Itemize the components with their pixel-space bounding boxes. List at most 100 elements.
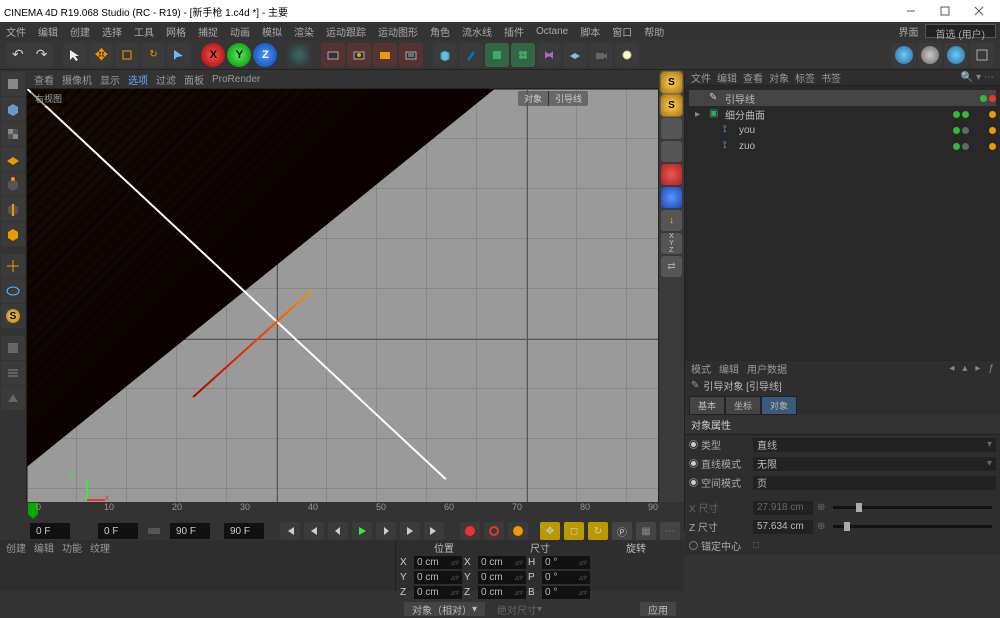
palette-pen-icon[interactable] [661,118,682,139]
tl-end-frame[interactable]: 90 F [170,523,210,539]
om-tab[interactable]: 标签 [795,70,815,85]
tree-row[interactable]: ⟟you [689,122,996,138]
coord-size-input[interactable]: 0 cm▵▿ [478,556,526,569]
workplane-button[interactable] [1,147,25,171]
normals-button[interactable] [1,386,25,410]
menu-item[interactable]: 选择 [100,24,124,39]
key-rot-button[interactable]: ↻ [588,522,608,540]
menu-item[interactable]: 动画 [228,24,252,39]
window-minimize-button[interactable] [894,0,928,22]
attr-up-icon[interactable]: ▴ [962,363,967,374]
array-button[interactable] [511,43,535,67]
view-tab[interactable]: ProRender [212,74,260,85]
render-settings-button[interactable] [399,43,423,67]
prop-radio[interactable] [689,459,698,468]
goto-start-button[interactable] [280,522,300,540]
autokey-button[interactable] [484,522,504,540]
key-opts-button[interactable]: ⋯ [660,522,680,540]
globe-1-button[interactable] [892,43,916,67]
view-tab[interactable]: 查看 [34,72,54,87]
model-mode-button[interactable] [1,97,25,121]
viewport-solo-button[interactable] [1,279,25,303]
attr-tab[interactable]: 用户数据 [747,361,787,376]
coord-rot-input[interactable]: 0 °▵▿ [542,586,590,599]
move-tool[interactable]: ✥ [89,43,113,67]
layout-selector[interactable]: 首选 (用户) [925,24,996,38]
om-tab[interactable]: 查看 [743,70,763,85]
nurbs-button[interactable] [485,43,509,67]
attr-back-icon[interactable]: ◂ [949,363,954,374]
dim-slider[interactable] [833,525,992,528]
play-button[interactable] [352,522,372,540]
timeline-ruler[interactable]: 0102030405060708090 [26,502,684,520]
axis-toggle-button[interactable] [1,254,25,278]
view-tab[interactable]: 显示 [100,72,120,87]
menu-item[interactable]: 模拟 [260,24,284,39]
coord-size-input[interactable]: 0 cm▵▿ [478,571,526,584]
anchor-radio[interactable] [689,541,698,550]
prop-radio[interactable] [689,478,698,487]
soft-select-button[interactable] [1,336,25,360]
goto-end-button[interactable] [424,522,444,540]
keyframe-button[interactable] [508,522,528,540]
texture-mode-button[interactable] [1,122,25,146]
attr-subtab[interactable]: 对象 [761,396,797,415]
key-pos-button[interactable]: ✥ [540,522,560,540]
tl-range-end[interactable]: 90 F [224,523,264,539]
attr-subtab[interactable]: 坐标 [725,396,761,415]
poly-mode-button[interactable] [1,222,25,246]
om-tab[interactable]: 书签 [821,70,841,85]
menu-item[interactable]: 捕捉 [196,24,220,39]
coord-pos-input[interactable]: 0 cm▵▿ [414,586,462,599]
make-editable-button[interactable] [1,72,25,96]
deformer-button[interactable] [537,43,561,67]
timeline-scrollbar[interactable] [148,528,160,534]
light-button[interactable] [615,43,639,67]
prev-frame-button[interactable] [328,522,348,540]
prop-value[interactable]: 页 [753,476,996,490]
rotate-tool[interactable]: ↻ [141,43,165,67]
coord-pos-input[interactable]: 0 cm▵▿ [414,556,462,569]
edge-mode-button[interactable] [1,197,25,221]
attr-fn-icon[interactable]: ƒ [988,363,994,374]
palette-swap-icon[interactable]: ⇄ [661,256,682,277]
om-tab[interactable]: 对象 [769,70,789,85]
om-menu-icon[interactable]: ⋯ [984,72,994,83]
camera-button[interactable] [589,43,613,67]
tree-row[interactable]: ✎引导线 [689,90,996,106]
attr-tab[interactable]: 编辑 [719,361,739,376]
render-region-button[interactable] [347,43,371,67]
globe-2-button[interactable] [918,43,942,67]
object-manager-tree[interactable]: ✎引导线▸▣细分曲面⟟you⟟zuo [685,86,1000,361]
coord-pos-input[interactable]: 0 cm▵▿ [414,571,462,584]
prev-key-button[interactable] [304,522,324,540]
view-tab[interactable]: 摄像机 [62,72,92,87]
content-browser-button[interactable] [970,43,994,67]
tweak-button[interactable] [1,361,25,385]
last-tool[interactable] [167,43,191,67]
key-scale-button[interactable]: ◻ [564,522,584,540]
menu-item[interactable]: 网格 [164,24,188,39]
menu-item[interactable]: 脚本 [578,24,602,39]
menu-item[interactable]: 编辑 [36,24,60,39]
render-pv-button[interactable] [373,43,397,67]
palette-dot-icon[interactable] [661,141,682,162]
view-tab[interactable]: 面板 [184,72,204,87]
coord-mode-select[interactable]: 对象（相对） ▾ [404,602,485,616]
attr-subtab[interactable]: 基本 [689,396,725,415]
axis-z-toggle[interactable]: Z [253,43,277,67]
tree-row[interactable]: ▸▣细分曲面 [689,106,996,122]
coord-system-button[interactable] [287,43,311,67]
prop-radio[interactable] [689,440,698,449]
attr-tab[interactable]: 模式 [691,361,711,376]
prop-value[interactable]: 无限▾ [753,457,996,471]
om-tab[interactable]: 编辑 [717,70,737,85]
coord-size-select[interactable]: 绝对尺寸 ▾ [489,602,550,616]
snap-palette-icon-2[interactable]: S [661,95,682,116]
coord-rot-input[interactable]: 0 °▵▿ [542,556,590,569]
pen-tool-button[interactable] [459,43,483,67]
menu-item[interactable]: 流水线 [460,24,494,39]
viewport-object-pill[interactable]: 对象 引导线 [518,91,588,106]
coord-rot-input[interactable]: 0 °▵▿ [542,571,590,584]
material-tab[interactable]: 创建 [6,540,26,555]
